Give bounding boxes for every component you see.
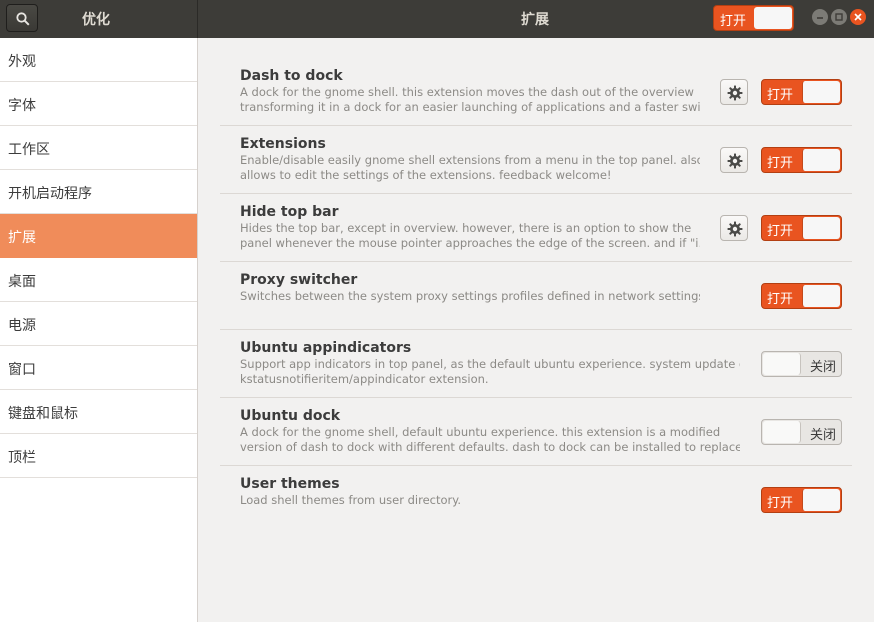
extension-description: A dock for the gnome shell, default ubun… xyxy=(240,425,740,455)
sidebar-item-desktop[interactable]: 桌面 xyxy=(0,258,197,302)
sidebar-item-startup-apps[interactable]: 开机启动程序 xyxy=(0,170,197,214)
sidebar: 外观 字体 工作区 开机启动程序 扩展 桌面 电源 窗口 键盘和鼠标 顶栏 xyxy=(0,38,198,622)
toggle-state-label: 关闭 xyxy=(809,428,836,443)
toggle-knob[interactable] xyxy=(802,217,840,239)
toggle-state-label: 打开 xyxy=(767,156,794,171)
sidebar-item-label: 开机启动程序 xyxy=(8,186,92,202)
extension-row-ubuntu-appindicators: Ubuntu appindicators Support app indicat… xyxy=(220,330,852,398)
sidebar-item-label: 顶栏 xyxy=(8,450,36,466)
page-title: 扩展 xyxy=(521,12,549,28)
search-button[interactable] xyxy=(6,4,38,32)
header-left-pane: 优化 xyxy=(0,0,198,38)
extension-title: Ubuntu dock xyxy=(240,408,341,424)
search-icon xyxy=(16,12,30,26)
sidebar-item-label: 窗口 xyxy=(8,362,36,378)
extension-description: A dock for the gnome shell. this extensi… xyxy=(240,85,700,115)
toggle-state-label: 打开 xyxy=(767,292,794,307)
extension-title: User themes xyxy=(240,476,340,492)
extensions-global-switch[interactable]: 打开 xyxy=(713,5,794,31)
close-button[interactable] xyxy=(850,9,866,25)
extension-row-proxy-switcher: Proxy switcher Switches between the syst… xyxy=(220,262,852,330)
extension-description: Hides the top bar, except in overview. h… xyxy=(240,221,700,251)
toggle-knob[interactable] xyxy=(802,149,840,171)
sidebar-item-extensions[interactable]: 扩展 xyxy=(0,214,197,258)
extension-row-user-themes: User themes Load shell themes from user … xyxy=(220,466,852,534)
extension-title: Ubuntu appindicators xyxy=(240,340,412,356)
extension-desc-line: Switches between the system proxy settin… xyxy=(240,289,700,303)
extension-toggle-switch[interactable]: 打开 xyxy=(761,487,842,513)
extension-row-hide-top-bar: Hide top bar Hides the top bar, except i… xyxy=(220,194,852,262)
app-title: 优化 xyxy=(82,12,110,28)
global-switch-label: 打开 xyxy=(720,14,747,29)
extension-settings-button[interactable] xyxy=(720,215,748,241)
extension-description: Switches between the system proxy settin… xyxy=(240,289,700,304)
toggle-knob[interactable] xyxy=(763,421,801,443)
toggle-state-label: 打开 xyxy=(767,224,794,239)
gear-icon xyxy=(727,85,743,101)
toggle-state-label: 关闭 xyxy=(809,360,836,375)
sidebar-item-label: 键盘和鼠标 xyxy=(8,406,78,422)
sidebar-item-workspaces[interactable]: 工作区 xyxy=(0,126,197,170)
toggle-knob[interactable] xyxy=(802,285,840,307)
sidebar-item-label: 电源 xyxy=(8,318,36,334)
extension-title: Extensions xyxy=(240,136,326,152)
sidebar-item-label: 字体 xyxy=(8,98,36,114)
sidebar-item-label: 工作区 xyxy=(8,142,50,158)
minimize-icon xyxy=(817,17,823,19)
toggle-knob[interactable] xyxy=(802,81,840,103)
extension-settings-button[interactable] xyxy=(720,79,748,105)
extension-desc-line: A dock for the gnome shell. this extensi… xyxy=(240,85,694,99)
global-switch-knob[interactable] xyxy=(754,7,792,29)
extension-settings-button[interactable] xyxy=(720,147,748,173)
extension-toggle-switch[interactable]: 关闭 xyxy=(761,419,842,445)
extension-title: Hide top bar xyxy=(240,204,339,220)
extension-toggle-switch[interactable]: 打开 xyxy=(761,79,842,105)
sidebar-item-power[interactable]: 电源 xyxy=(0,302,197,346)
extension-desc-line: kstatusnotifieritem/appindicator extensi… xyxy=(240,372,489,386)
extension-row-ubuntu-dock: Ubuntu dock A dock for the gnome shell, … xyxy=(220,398,852,466)
extension-toggle-switch[interactable]: 打开 xyxy=(761,283,842,309)
gear-icon xyxy=(727,153,743,169)
sidebar-item-top-bar[interactable]: 顶栏 xyxy=(0,434,197,478)
sidebar-item-windows[interactable]: 窗口 xyxy=(0,346,197,390)
extension-desc-line: allows to edit the settings of the exten… xyxy=(240,168,612,182)
sidebar-item-label: 外观 xyxy=(8,54,36,70)
extension-description: Load shell themes from user directory. xyxy=(240,493,700,508)
extension-title: Proxy switcher xyxy=(240,272,358,288)
extension-row-extensions: Extensions Enable/disable easily gnome s… xyxy=(220,126,852,194)
extension-desc-line: Load shell themes from user directory. xyxy=(240,493,462,507)
maximize-icon xyxy=(835,13,843,21)
toggle-state-label: 打开 xyxy=(767,496,794,511)
extensions-list: Dash to dock A dock for the gnome shell.… xyxy=(199,38,874,622)
toggle-knob[interactable] xyxy=(802,489,840,511)
toggle-knob[interactable] xyxy=(763,353,801,375)
extension-description: Support app indicators in top panel, as … xyxy=(240,357,740,387)
minimize-button[interactable] xyxy=(812,9,828,25)
maximize-button[interactable] xyxy=(831,9,847,25)
extension-desc-line: transforming it in a dock for an easier … xyxy=(240,100,700,114)
close-icon xyxy=(854,13,862,21)
extension-title: Dash to dock xyxy=(240,68,343,84)
extension-toggle-switch[interactable]: 打开 xyxy=(761,147,842,173)
extension-desc-line: Enable/disable easily gnome shell extens… xyxy=(240,153,700,167)
sidebar-item-appearance[interactable]: 外观 xyxy=(0,38,197,82)
sidebar-item-keyboard-mouse[interactable]: 键盘和鼠标 xyxy=(0,390,197,434)
extension-description: Enable/disable easily gnome shell extens… xyxy=(240,153,700,183)
header-bar: 优化 扩展 打开 xyxy=(0,0,874,38)
extension-desc-line: Support app indicators in top panel, as … xyxy=(240,357,740,371)
gear-icon xyxy=(727,221,743,237)
extension-row-dash-to-dock: Dash to dock A dock for the gnome shell.… xyxy=(220,58,852,126)
extension-toggle-switch[interactable]: 打开 xyxy=(761,215,842,241)
sidebar-item-label: 扩展 xyxy=(8,230,36,246)
sidebar-item-fonts[interactable]: 字体 xyxy=(0,82,197,126)
extension-desc-line: A dock for the gnome shell, default ubun… xyxy=(240,425,721,439)
sidebar-item-label: 桌面 xyxy=(8,274,36,290)
extension-desc-line: panel whenever the mouse pointer approac… xyxy=(240,236,700,250)
extension-toggle-switch[interactable]: 关闭 xyxy=(761,351,842,377)
extension-desc-line: Hides the top bar, except in overview. h… xyxy=(240,221,692,235)
toggle-state-label: 打开 xyxy=(767,88,794,103)
extension-desc-line: version of dash to dock with different d… xyxy=(240,440,740,454)
